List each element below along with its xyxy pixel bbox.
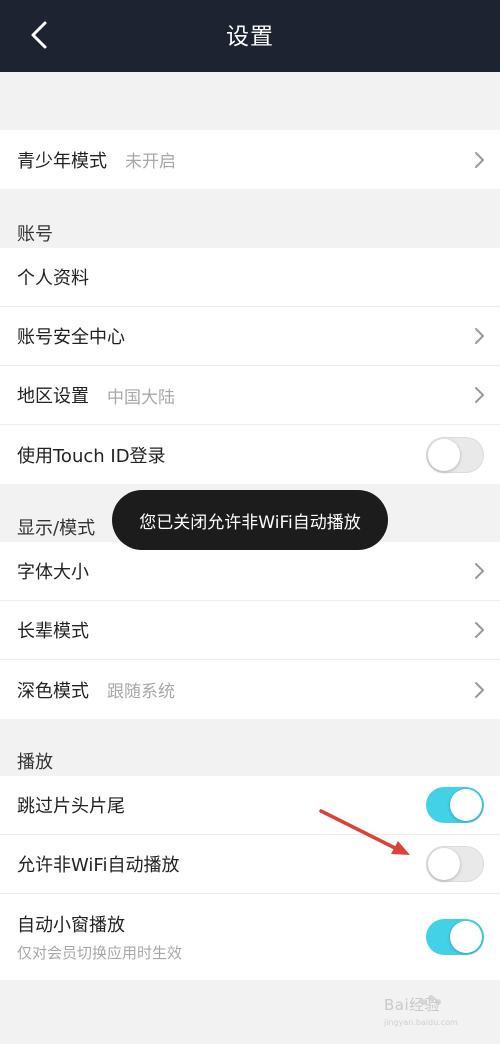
skip-intro-toggle[interactable] [426,787,484,823]
chevron-right-icon [473,151,485,169]
mini-window-label: 自动小窗播放 [17,915,125,936]
page-title: 设置 [226,24,274,50]
mini-window-row: 自动小窗播放 仅对会员切换应用时生效 [0,894,500,980]
non-wifi-autoplay-label: 允许非WiFi自动播放 [17,855,180,876]
touch-id-label: 使用Touch ID登录 [17,445,166,467]
toggle-knob [428,438,460,471]
youth-mode-value: 未开启 [125,152,176,172]
elder-mode-label: 长辈模式 [17,621,89,642]
playback-group: 跳过片头片尾 允许非WiFi自动播放 自动小窗播放 仅对会员切换应用时生效 [0,776,500,980]
dark-mode-value: 跟随系统 [107,682,175,702]
skip-intro-row: 跳过片头片尾 [0,776,500,835]
toggle-knob [450,921,482,953]
watermark-text: Bai经验 [384,996,441,1014]
watermark-subtext: jingyan.baidu.com [384,1018,458,1027]
youth-mode-label: 青少年模式 [17,150,107,172]
mini-window-subtitle: 仅对会员切换应用时生效 [17,944,183,962]
non-wifi-autoplay-toggle[interactable] [426,846,484,882]
youth-mode-row[interactable]: 青少年模式 未开启 [0,130,500,189]
account-security-row[interactable]: 账号安全中心 [0,307,500,366]
chevron-right-icon [473,562,485,580]
annotation-arrow-icon [319,809,410,855]
mini-window-texts: 自动小窗播放 仅对会员切换应用时生效 [17,911,182,963]
section-title-display: 显示/模式 [17,518,96,539]
toggle-knob [428,848,460,880]
touch-id-row: 使用Touch ID登录 [0,425,500,484]
region-row[interactable]: 地区设置 中国大陆 [0,366,500,425]
toggle-knob [450,789,482,821]
profile-label: 个人资料 [17,268,89,289]
display-group: 字体大小 长辈模式 深色模式 跟随系统 [0,542,500,719]
chevron-right-icon [473,681,485,699]
chevron-right-icon [473,327,485,345]
account-group: 个人资料 账号安全中心 地区设置 中国大陆 使用Touch ID登录 [0,248,500,484]
region-value: 中国大陆 [107,387,175,408]
account-security-label: 账号安全中心 [17,327,125,348]
elder-mode-row[interactable]: 长辈模式 [0,601,500,660]
toast-message: 您已关闭允许非WiFi自动播放 [112,490,388,550]
top-bar: 设置 [0,0,500,72]
font-size-label: 字体大小 [17,562,89,583]
region-label: 地区设置 [17,386,89,407]
section-title-account: 账号 [17,224,53,245]
font-size-row[interactable]: 字体大小 [0,542,500,601]
skip-intro-label: 跳过片头片尾 [17,796,125,817]
chevron-right-icon [473,386,485,404]
chevron-right-icon [473,621,485,639]
mini-window-toggle[interactable] [426,919,484,955]
profile-row[interactable]: 个人资料 [0,248,500,307]
touch-id-toggle[interactable] [426,436,484,473]
section-title-playback: 播放 [17,752,53,773]
non-wifi-autoplay-row: 允许非WiFi自动播放 [0,835,500,894]
dark-mode-row[interactable]: 深色模式 跟随系统 [0,660,500,719]
dark-mode-label: 深色模式 [17,680,89,702]
youth-mode-group: 青少年模式 未开启 [0,130,500,189]
